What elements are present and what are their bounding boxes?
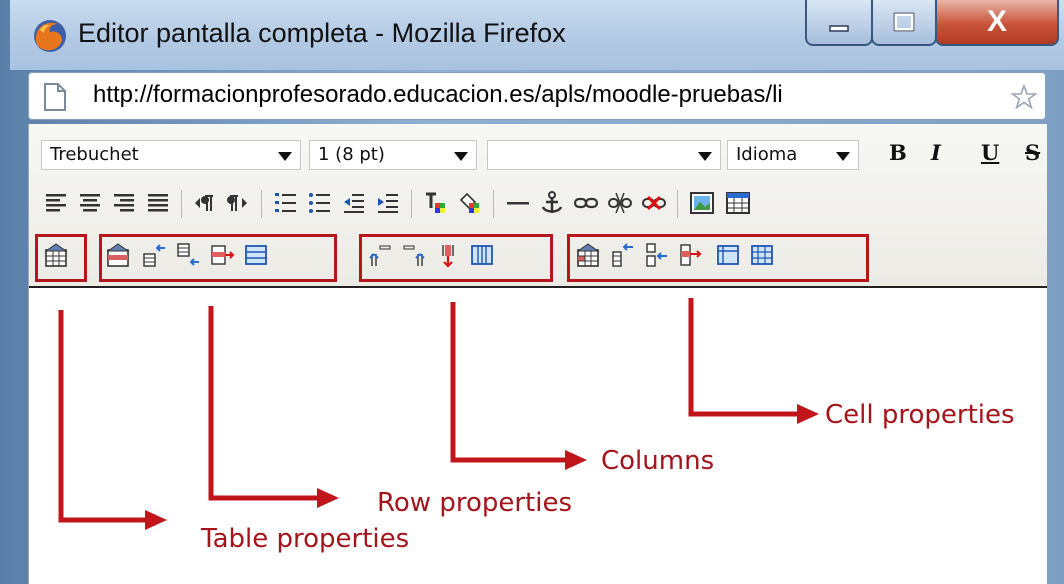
language-value: Idioma <box>736 144 798 165</box>
language-select[interactable]: Idioma <box>727 140 859 170</box>
arrowhead-icon <box>145 510 167 530</box>
arrowhead-icon <box>565 450 587 470</box>
address-bar[interactable]: http://formacionprofesorado.educacion.es… <box>28 72 1046 120</box>
annotation-cell-properties: Cell properties <box>825 400 1015 430</box>
insert-image-icon[interactable] <box>689 190 715 216</box>
link-icon[interactable] <box>573 190 599 216</box>
table-properties-highlight <box>35 234 87 282</box>
toolbar-separator <box>261 190 262 218</box>
align-justify-icon[interactable] <box>145 190 171 216</box>
editor-body[interactable]: Table properties Row properties Columns … <box>29 288 1047 584</box>
minimize-icon <box>829 25 849 32</box>
toolbar-separator <box>411 190 412 218</box>
page-icon <box>44 83 66 111</box>
url-text[interactable]: http://formacionprofesorado.educacion.es… <box>93 81 783 109</box>
align-right-icon[interactable] <box>111 190 137 216</box>
arrowhead-icon <box>317 488 339 508</box>
italic-button[interactable]: I <box>931 140 941 165</box>
ordered-list-icon[interactable] <box>273 190 299 216</box>
font-family-value: Trebuchet <box>50 144 139 165</box>
editor-toolbar: Trebuchet 1 (8 pt) Idioma B I U S <box>29 124 1047 288</box>
indent-icon[interactable] <box>375 190 401 216</box>
window-title: Editor pantalla completa - Mozilla Firef… <box>78 18 566 48</box>
toolbar-separator <box>677 190 678 218</box>
screenshot: Editor pantalla completa - Mozilla Firef… <box>0 0 1064 584</box>
rtl-direction-icon[interactable] <box>225 190 251 216</box>
font-size-select[interactable]: 1 (8 pt) <box>309 140 477 170</box>
window-titlebar: Editor pantalla completa - Mozilla Firef… <box>10 0 1064 70</box>
format-block-select[interactable] <box>487 140 721 170</box>
arrow-table-properties <box>58 310 147 523</box>
chevron-down-icon <box>698 152 712 161</box>
text-color-icon[interactable] <box>423 190 449 216</box>
chevron-down-icon <box>836 152 850 161</box>
arrowhead-icon <box>797 404 819 424</box>
outdent-icon[interactable] <box>341 190 367 216</box>
nolink-icon[interactable] <box>641 190 667 216</box>
unordered-list-icon[interactable] <box>307 190 333 216</box>
editor-frame: Trebuchet 1 (8 pt) Idioma B I U S Table … <box>28 124 1047 584</box>
maximize-icon <box>893 12 915 32</box>
bold-button[interactable]: B <box>889 140 907 165</box>
font-size-value: 1 (8 pt) <box>318 144 385 165</box>
cell-properties-highlight <box>567 234 869 282</box>
arrow-columns <box>450 302 567 463</box>
unlink-icon[interactable] <box>607 190 633 216</box>
maximize-button[interactable] <box>871 0 937 46</box>
horizontal-rule-icon[interactable] <box>505 190 531 216</box>
annotation-row-properties: Row properties <box>377 488 573 518</box>
underline-button[interactable]: U <box>981 140 999 165</box>
background-color-icon[interactable] <box>457 190 483 216</box>
minimize-button[interactable] <box>805 0 873 46</box>
ltr-direction-icon[interactable] <box>191 190 217 216</box>
bookmark-star-icon[interactable] <box>1011 84 1037 110</box>
align-left-icon[interactable] <box>43 190 69 216</box>
insert-table-icon[interactable] <box>725 190 751 216</box>
columns-highlight <box>359 234 553 282</box>
row-properties-highlight <box>99 234 337 282</box>
annotation-arrows <box>58 298 819 530</box>
firefox-logo-icon <box>34 20 66 52</box>
font-family-select[interactable]: Trebuchet <box>41 140 301 170</box>
toolbar-separator <box>493 190 494 218</box>
strikethrough-button[interactable]: S <box>1025 140 1040 165</box>
annotation-columns: Columns <box>601 446 715 476</box>
arrow-row-properties <box>208 306 319 501</box>
annotation-table-properties: Table properties <box>201 524 410 554</box>
close-button[interactable]: X <box>935 0 1059 46</box>
chevron-down-icon <box>278 152 292 161</box>
chevron-down-icon <box>454 152 468 161</box>
toolbar-separator <box>181 190 182 218</box>
arrow-cell-properties <box>688 298 799 417</box>
align-center-icon[interactable] <box>77 190 103 216</box>
anchor-icon[interactable] <box>539 190 565 216</box>
